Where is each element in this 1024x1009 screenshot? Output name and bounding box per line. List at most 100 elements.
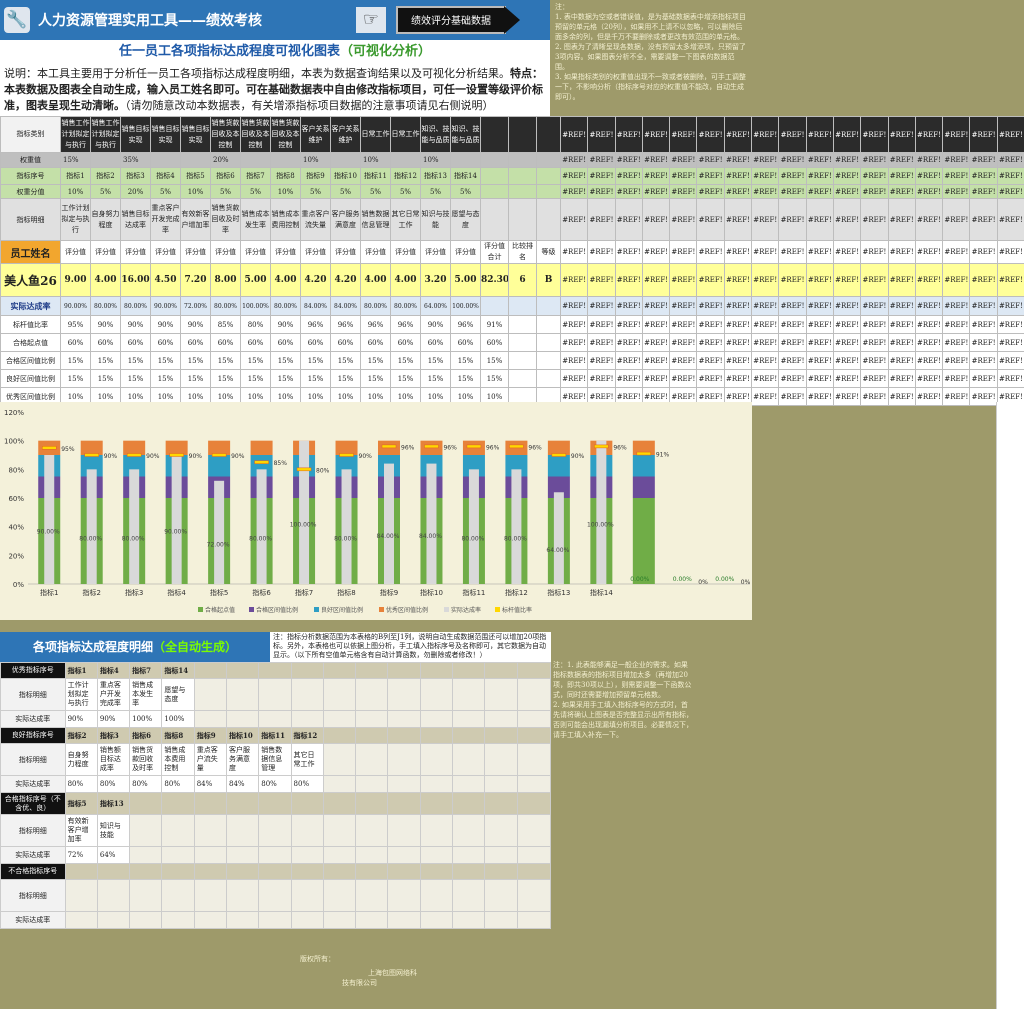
- weight-pts-cell[interactable]: 10%: [60, 184, 91, 199]
- ref-cell[interactable]: #REF!: [996, 116, 1024, 153]
- score-cell[interactable]: 9.00: [60, 263, 91, 297]
- empty-cell[interactable]: [225, 879, 260, 912]
- detail-cell[interactable]: 重点客户开发完成率: [150, 198, 181, 241]
- empty-cell[interactable]: [322, 710, 357, 728]
- ref-cell[interactable]: #REF!: [723, 198, 753, 241]
- empty-cell[interactable]: [387, 792, 421, 815]
- ref-cell[interactable]: #REF!: [778, 152, 807, 168]
- empty-cell[interactable]: [484, 727, 518, 744]
- empty-cell[interactable]: [387, 911, 421, 929]
- weight-cell[interactable]: [150, 152, 181, 168]
- ref-cell[interactable]: #REF!: [641, 333, 671, 352]
- group-index-cell[interactable]: 指标4: [96, 662, 131, 679]
- good-range-cell[interactable]: 15%: [330, 369, 361, 388]
- group-index-cell[interactable]: 指标7: [129, 662, 163, 679]
- achieve-cell[interactable]: 80.00%: [360, 296, 391, 316]
- ref-cell[interactable]: #REF!: [996, 240, 1024, 264]
- empty-cell[interactable]: [129, 879, 163, 912]
- ref-cell[interactable]: #REF!: [778, 387, 807, 406]
- pass-range-cell[interactable]: 15%: [300, 351, 331, 370]
- ref-cell[interactable]: #REF!: [751, 152, 780, 168]
- pass-start-cell[interactable]: 60%: [330, 333, 361, 352]
- ref-cell[interactable]: #REF!: [914, 198, 944, 241]
- weight-pts-cell[interactable]: 5%: [390, 184, 421, 199]
- empty-cell[interactable]: [258, 662, 292, 679]
- ref-cell[interactable]: #REF!: [614, 167, 643, 185]
- category-cell[interactable]: 销售目标实现: [120, 116, 151, 153]
- empty-cell[interactable]: [225, 846, 260, 864]
- ref-cell[interactable]: #REF!: [996, 333, 1024, 352]
- ref-cell[interactable]: #REF!: [778, 263, 807, 297]
- bench-cell[interactable]: 91%: [480, 315, 509, 334]
- achieve-cell[interactable]: 90.00%: [150, 296, 181, 316]
- ref-cell[interactable]: #REF!: [914, 387, 944, 406]
- empty-cell[interactable]: [161, 792, 195, 815]
- ref-cell[interactable]: #REF!: [559, 198, 589, 241]
- group-achieve-cell[interactable]: 80%: [129, 775, 163, 793]
- empty-cell[interactable]: [355, 678, 389, 711]
- empty-cell[interactable]: [419, 863, 453, 880]
- ref-cell[interactable]: #REF!: [832, 184, 862, 199]
- index-cell[interactable]: 指标9: [300, 167, 331, 185]
- empty-cell[interactable]: [419, 662, 453, 679]
- ref-cell[interactable]: #REF!: [696, 167, 725, 185]
- empty-cell[interactable]: [290, 814, 324, 847]
- ref-cell[interactable]: #REF!: [969, 263, 998, 297]
- group-index-cell[interactable]: 指标2: [64, 727, 98, 744]
- empty-cell[interactable]: [484, 662, 518, 679]
- rank-cell[interactable]: 6: [508, 263, 537, 297]
- good-range-cell[interactable]: 15%: [480, 369, 509, 388]
- ref-cell[interactable]: #REF!: [614, 116, 643, 153]
- ref-cell[interactable]: #REF!: [942, 369, 971, 388]
- pass-start-cell[interactable]: 60%: [90, 333, 121, 352]
- ref-cell[interactable]: #REF!: [751, 387, 780, 406]
- ref-cell[interactable]: #REF!: [942, 240, 971, 264]
- empty-cell[interactable]: [387, 662, 421, 679]
- ref-cell[interactable]: #REF!: [996, 296, 1024, 316]
- achieve-cell[interactable]: 84.00%: [330, 296, 361, 316]
- bench-cell[interactable]: 90%: [90, 315, 121, 334]
- detail-cell[interactable]: 销售成本发生率: [240, 198, 271, 241]
- empty-cell[interactable]: [516, 846, 552, 864]
- empty-cell[interactable]: [129, 911, 163, 929]
- group-index-cell[interactable]: 指标5: [64, 792, 98, 815]
- detail-cell[interactable]: 愿望与态度: [450, 198, 481, 241]
- ref-cell[interactable]: #REF!: [996, 152, 1024, 168]
- empty-cell[interactable]: [451, 775, 486, 793]
- ref-cell[interactable]: #REF!: [614, 184, 643, 199]
- ref-cell[interactable]: #REF!: [669, 296, 698, 316]
- weight-pts-cell[interactable]: 5%: [150, 184, 181, 199]
- good-range-cell[interactable]: 15%: [420, 369, 451, 388]
- ref-cell[interactable]: #REF!: [641, 152, 671, 168]
- group-achieve-cell[interactable]: 84%: [225, 775, 260, 793]
- ref-cell[interactable]: #REF!: [996, 263, 1024, 297]
- empty-cell[interactable]: [451, 678, 486, 711]
- ref-cell[interactable]: #REF!: [669, 152, 698, 168]
- group-index-cell[interactable]: 指标10: [225, 727, 260, 744]
- category-cell[interactable]: 知识、技能与品质: [420, 116, 451, 153]
- index-cell[interactable]: 指标2: [90, 167, 121, 185]
- group-detail-cell[interactable]: 销售成本发生率: [129, 678, 163, 711]
- ref-cell[interactable]: #REF!: [751, 263, 780, 297]
- weight-cell[interactable]: 20%: [210, 152, 241, 168]
- group-detail-cell[interactable]: 自身努力程度: [64, 743, 98, 776]
- group-index-cell[interactable]: 指标3: [96, 727, 131, 744]
- pass-start-cell[interactable]: 60%: [210, 333, 241, 352]
- achieve-cell[interactable]: 84.00%: [300, 296, 331, 316]
- ref-cell[interactable]: #REF!: [914, 369, 944, 388]
- ref-cell[interactable]: #REF!: [914, 351, 944, 370]
- ref-cell[interactable]: #REF!: [860, 333, 889, 352]
- good-range-cell[interactable]: 15%: [90, 369, 121, 388]
- category-cell[interactable]: 销售目标实现: [180, 116, 211, 153]
- empty-cell[interactable]: [193, 678, 227, 711]
- ref-cell[interactable]: #REF!: [996, 369, 1024, 388]
- group-achieve-cell[interactable]: 72%: [64, 846, 98, 864]
- empty-cell[interactable]: [419, 775, 453, 793]
- ref-cell[interactable]: #REF!: [669, 351, 698, 370]
- score-cell[interactable]: 4.20: [300, 263, 331, 297]
- ref-cell[interactable]: #REF!: [778, 296, 807, 316]
- pass-range-cell[interactable]: 15%: [270, 351, 301, 370]
- empty-cell[interactable]: [516, 863, 552, 880]
- ref-cell[interactable]: #REF!: [696, 116, 725, 153]
- ref-cell[interactable]: #REF!: [723, 167, 753, 185]
